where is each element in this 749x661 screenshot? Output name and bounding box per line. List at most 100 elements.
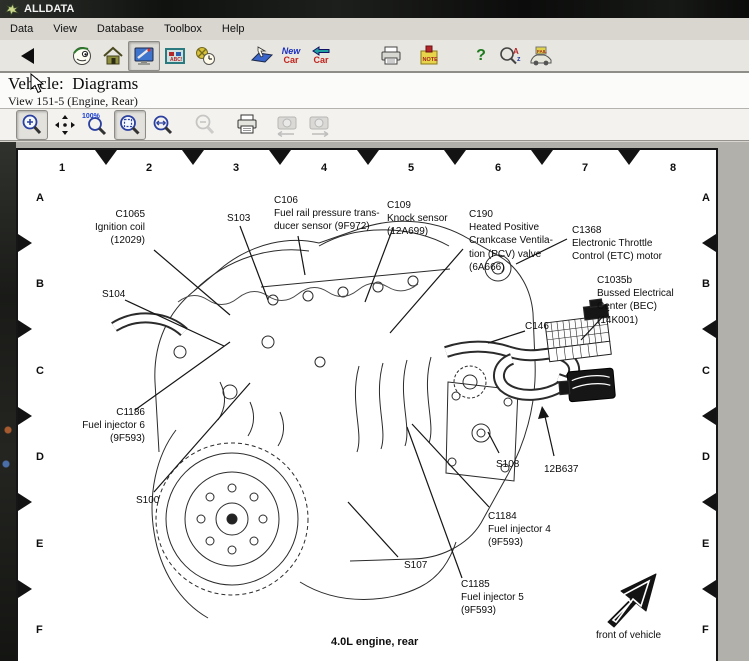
- scheduled-maintenance-button[interactable]: [190, 42, 220, 70]
- zoom-out-button: [190, 111, 220, 139]
- printer-icon: [235, 114, 259, 136]
- grid-marker: [618, 150, 640, 165]
- note-stamp-icon: NOTE: [417, 45, 441, 67]
- zoom-in-button[interactable]: [16, 110, 48, 140]
- back-arrow-icon: [21, 48, 34, 64]
- menu-help[interactable]: Help: [212, 20, 255, 38]
- print-view-button[interactable]: [232, 111, 262, 139]
- diagram-page[interactable]: 1 2 3 4 5 6 7 8 A B C D E F A B C D E F: [16, 148, 718, 661]
- grid-marker: [18, 493, 32, 511]
- grid-row-d-left: D: [36, 451, 44, 463]
- previous-capture-button: [272, 111, 302, 139]
- menu-view[interactable]: View: [43, 20, 87, 38]
- grid-marker: [182, 150, 204, 165]
- callout-C146: C146: [525, 320, 549, 333]
- search-az-icon: A z: [498, 45, 524, 67]
- window-title: ALLDATA: [24, 3, 74, 15]
- grid-marker: [18, 320, 32, 338]
- callout-S103: S103: [227, 212, 250, 225]
- grid-row-c-left: C: [36, 365, 44, 377]
- vehicle-diagrams-button[interactable]: [128, 41, 160, 71]
- back-button[interactable]: [12, 42, 42, 70]
- menu-data[interactable]: Data: [0, 20, 43, 38]
- mascot-button[interactable]: [68, 42, 98, 70]
- zoom-in-icon: [20, 113, 44, 137]
- grid-row-f-left: F: [36, 624, 43, 636]
- callout-C1035b: C1035b Bussed Electrical Center (BEC) (1…: [597, 274, 674, 327]
- tsb-icon: ABC!: [163, 45, 187, 67]
- grid-marker: [702, 234, 716, 252]
- grid-row-b-left: B: [36, 278, 44, 290]
- grid-row-c-right: C: [702, 365, 710, 377]
- grid-row-a-right: A: [702, 192, 710, 204]
- help-icon: ?: [476, 47, 486, 65]
- callout-C1368: C1368 Electronic Throttle Control (ETC) …: [572, 224, 662, 264]
- fit-width-button[interactable]: [148, 111, 178, 139]
- fit-page-icon: [118, 113, 142, 137]
- mascot-icon: [71, 45, 95, 67]
- pan-icon: [53, 113, 77, 137]
- next-capture-button: [304, 111, 334, 139]
- grid-marker: [357, 150, 379, 165]
- callout-C190: C190 Heated Positive Crankcase Ventila- …: [469, 208, 553, 274]
- grid-col-3: 3: [233, 162, 239, 174]
- callout-S100: S100: [136, 494, 159, 507]
- diagram-caption: 4.0L engine, rear: [331, 636, 418, 648]
- printer-icon: [379, 46, 403, 66]
- grid-col-1: 1: [59, 162, 65, 174]
- menu-bar: Data View Database Toolbox Help: [0, 18, 749, 41]
- svg-text:A: A: [513, 47, 519, 56]
- menu-database[interactable]: Database: [87, 20, 154, 38]
- grid-col-5: 5: [408, 162, 414, 174]
- fit-page-button[interactable]: [114, 110, 146, 140]
- help-button[interactable]: ?: [466, 42, 496, 70]
- grid-marker: [18, 580, 32, 598]
- grid-row-e-right: E: [702, 538, 709, 550]
- app-icon: [5, 3, 19, 16]
- home-button[interactable]: [98, 42, 128, 70]
- callout-12B637: 12B637: [544, 463, 578, 476]
- grid-col-2: 2: [146, 162, 152, 174]
- zoom-100-button[interactable]: 100%: [82, 111, 112, 139]
- grid-row-e-left: E: [36, 538, 43, 550]
- svg-text:z: z: [517, 56, 521, 63]
- grid-marker: [702, 407, 716, 425]
- camera-forward-icon: [306, 113, 332, 137]
- grid-col-7: 7: [582, 162, 588, 174]
- print-button[interactable]: [376, 42, 406, 70]
- pan-button[interactable]: [50, 111, 80, 139]
- menu-toolbox[interactable]: Toolbox: [154, 20, 212, 38]
- maintenance-icon: [193, 45, 217, 67]
- grid-marker: [18, 234, 32, 252]
- grid-marker: [702, 493, 716, 511]
- diagrams-icon: [132, 45, 156, 67]
- alldata-window: { "window": {"title": "ALLDATA"}, "menub…: [0, 0, 749, 661]
- callout-S104: S104: [102, 288, 125, 301]
- vehicle-report-icon: FAIL: [528, 45, 554, 67]
- tsb-button[interactable]: ABC!: [160, 42, 190, 70]
- camera-back-icon: [274, 113, 300, 137]
- search-az-button[interactable]: A z: [496, 42, 526, 70]
- callout-C1184: C1184 Fuel injector 4 (9F593): [488, 510, 551, 550]
- zoom-100-label: 100%: [82, 113, 100, 120]
- page-subtitle: View 151-5 (Engine, Rear): [8, 94, 138, 109]
- new-car-icon: New Car: [282, 47, 301, 65]
- grid-row-d-right: D: [702, 451, 710, 463]
- front-of-vehicle-label: front of vehicle: [596, 630, 661, 641]
- page-title: Vehicle: Diagrams: [8, 74, 138, 94]
- grid-marker: [702, 580, 716, 598]
- content-header: Vehicle: Diagrams View 151-5 (Engine, Re…: [0, 73, 749, 108]
- svg-text:ABC!: ABC!: [170, 57, 183, 63]
- grid-marker: [269, 150, 291, 165]
- notes-button[interactable]: NOTE: [414, 42, 444, 70]
- previous-car-icon: Car: [311, 46, 331, 65]
- zoom-out-icon: [193, 113, 217, 137]
- previous-car-button[interactable]: Car: [306, 42, 336, 70]
- vehicle-report-button[interactable]: FAIL: [526, 42, 556, 70]
- grid-col-4: 4: [321, 162, 327, 174]
- mouse-cursor: [30, 73, 45, 94]
- select-vehicle-button[interactable]: [246, 42, 276, 70]
- callout-S108: S108: [496, 458, 519, 471]
- grid-marker: [95, 150, 117, 165]
- new-car-button[interactable]: New Car: [276, 42, 306, 70]
